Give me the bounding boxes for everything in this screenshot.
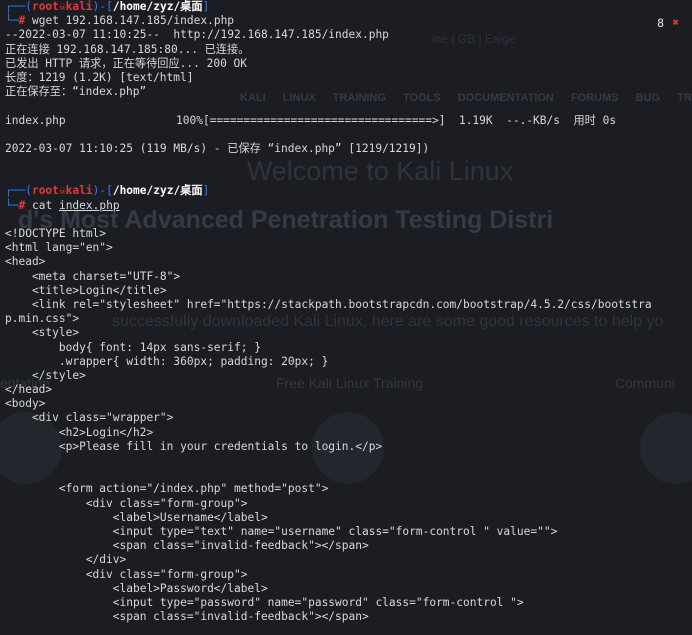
file-content-line: <label>Username</label> [5, 510, 268, 524]
prompt-path: /home/zyz/桌面 [112, 0, 203, 13]
file-content-line: </div> [5, 553, 127, 567]
prompt-user: root [31, 184, 59, 198]
terminal-content[interactable]: ┌──(root☠kali)-[/home/zyz/桌面] └─# wget 1… [5, 0, 692, 624]
wget-output-line: --2022-03-07 11:10:25-- http://192.168.1… [5, 28, 389, 42]
file-content-line: .wrapper{ width: 360px; padding: 20px; } [5, 354, 329, 368]
saved-line: 2022-03-07 11:10:25 (119 MB/s) - 已保存 “in… [5, 141, 430, 155]
progress-file: index.php [5, 113, 66, 127]
command-line-2: └─# cat index.php [5, 198, 120, 212]
file-content-line [5, 468, 692, 482]
file-content-line: <head> [5, 255, 46, 269]
prompt-host: kali [65, 184, 93, 198]
file-content-line: <span class="invalid-feedback"></span> [5, 610, 369, 624]
file-content-line: <style> [5, 326, 80, 340]
file-content-line: <span class="invalid-feedback"></span> [5, 539, 369, 553]
prompt-line-2: ┌──(root☠kali)-[/home/zyz/桌面] [5, 184, 210, 198]
command-text: cat [31, 198, 53, 212]
wget-output-line: 已发出 HTTP 请求，正在等待回应... 200 OK [5, 56, 248, 70]
wget-output-line: 长度：1219 (1.2K) [text/html] [5, 70, 194, 84]
file-content-line: <p>Please fill in your credentials to lo… [5, 439, 383, 453]
file-content-line: <h2>Login</h2> [5, 425, 154, 439]
prompt-line-1: ┌──(root☠kali)-[/home/zyz/桌面] [5, 0, 210, 13]
file-content-line: body{ font: 14px sans-serif; } [5, 340, 261, 354]
file-content-line [5, 454, 692, 468]
command-line-1: └─# wget 192.168.147.185/index.php [5, 14, 235, 28]
command-text: wget 192.168.147.185/index.php [31, 14, 235, 28]
wget-output-line: 正在保存至：“index.php” [5, 85, 147, 99]
file-content-line: <input type="text" name="username" class… [5, 524, 558, 538]
cat-output: <!DOCTYPE html> <html lang="en"> <head> <m… [5, 227, 692, 624]
progress-percent: 100% [176, 113, 203, 127]
progress-time: 用时 0s [573, 113, 617, 127]
progress-rate: --.-KB/s [506, 113, 560, 127]
file-content-line: <link rel="stylesheet" href="https://sta… [5, 297, 652, 311]
file-content-line: <div class="form-group"> [5, 496, 248, 510]
file-content-line: <label>Password</label> [5, 581, 268, 595]
file-content-line: <form action="/index.php" method="post"> [5, 482, 329, 496]
progress-bar: [=================================>] [202, 113, 446, 127]
file-content-line: <input type="password" name="password" c… [5, 595, 524, 609]
wget-output-line: 正在连接 192.168.147.185:80... 已连接。 [5, 42, 250, 56]
file-content-line: </head> [5, 383, 53, 397]
file-content-line: <div class="form-group"> [5, 567, 248, 581]
file-content-line: <meta charset="UTF-8"> [5, 269, 181, 283]
file-content-line: <body> [5, 397, 46, 411]
file-content-line: <title>Login</title> [5, 283, 167, 297]
prompt-path: /home/zyz/桌面 [112, 184, 203, 198]
file-content-line: p.min.css"> [5, 312, 80, 326]
terminal-window[interactable]: { "prompt1": {"user":"root","skull":"☠",… [0, 0, 692, 635]
skull-icon: ☠ [58, 0, 66, 13]
prompt-user: root [31, 0, 59, 13]
progress-line: index.php 100%[==========================… [5, 114, 692, 128]
file-content-line: <div class="wrapper"> [5, 411, 174, 425]
command-arg: index.php [58, 198, 120, 212]
file-content-line: <!DOCTYPE html> [5, 227, 107, 240]
prompt-host: kali [65, 0, 93, 13]
skull-icon: ☠ [58, 184, 66, 198]
file-content-line: </style> [5, 368, 86, 382]
progress-size: 1.19K [458, 113, 493, 127]
file-content-line: <html lang="en"> [5, 241, 113, 255]
